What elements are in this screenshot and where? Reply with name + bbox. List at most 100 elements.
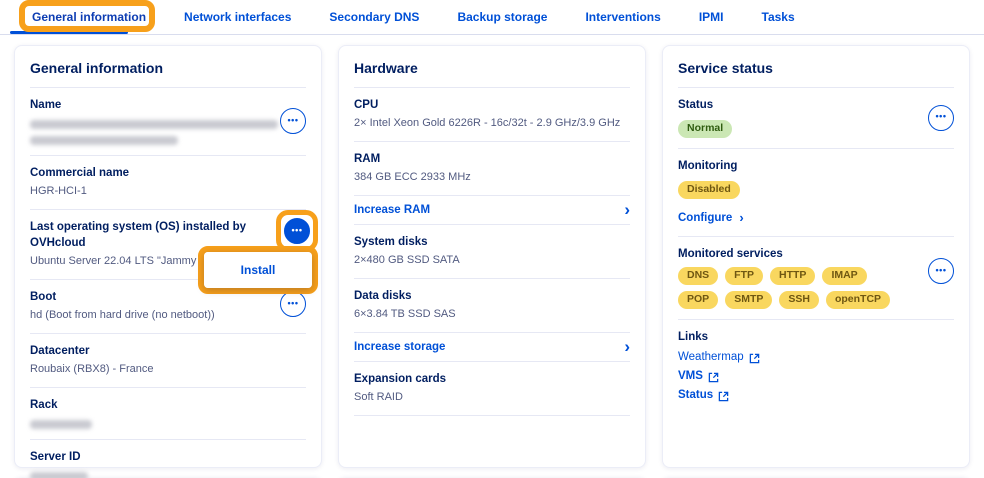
field-status: Status Normal ••• bbox=[678, 88, 954, 149]
field-ram: RAM 384 GB ECC 2933 MHz bbox=[354, 142, 630, 196]
external-link-icon bbox=[749, 353, 760, 364]
chevron-right-icon: › bbox=[739, 213, 743, 223]
ram-label: RAM bbox=[354, 151, 630, 167]
increase-ram-link[interactable]: Increase RAM bbox=[354, 204, 430, 216]
link-weathermap-label: Weathermap bbox=[678, 351, 744, 363]
tab-ipmi[interactable]: IPMI bbox=[699, 10, 724, 24]
data-disks-label: Data disks bbox=[354, 288, 630, 304]
field-monitoring: Monitoring Disabled Configure › bbox=[678, 149, 954, 237]
service-badge-opentcp: openTCP bbox=[826, 291, 890, 309]
data-disks-value: 6×3.84 TB SSD SAS bbox=[354, 306, 630, 322]
field-server-id: Server ID bbox=[30, 440, 306, 478]
field-cpu: CPU 2× Intel Xeon Gold 6226R - 16c/32t -… bbox=[354, 88, 630, 142]
ellipsis-icon: ••• bbox=[288, 116, 299, 125]
tab-general-information[interactable]: General information bbox=[32, 10, 146, 24]
configure-link[interactable]: Configure › bbox=[678, 212, 744, 224]
increase-ram-row: Increase RAM › bbox=[354, 196, 630, 225]
service-badge-pop: POP bbox=[678, 291, 718, 309]
link-status[interactable]: Status bbox=[678, 389, 954, 401]
server-id-value-redacted bbox=[30, 472, 88, 478]
field-name: Name ••• bbox=[30, 88, 306, 156]
rack-label: Rack bbox=[30, 397, 306, 413]
os-actions-button[interactable]: ••• bbox=[284, 218, 310, 244]
service-badge-imap: IMAP bbox=[822, 267, 866, 285]
cpu-label: CPU bbox=[354, 97, 630, 113]
field-rack: Rack bbox=[30, 388, 306, 440]
card-title-service-status: Service status bbox=[678, 46, 954, 88]
ellipsis-icon: ••• bbox=[936, 112, 947, 121]
monitored-services-label: Monitored services bbox=[678, 246, 893, 262]
field-data-disks: Data disks 6×3.84 TB SSD SAS bbox=[354, 279, 630, 333]
external-link-icon bbox=[718, 391, 729, 402]
monitored-services-badges: DNS FTP HTTP IMAP POP SMTP SSH openTCP bbox=[678, 267, 893, 309]
annotation-highlight-install-menu: Install bbox=[198, 246, 318, 294]
name-label: Name bbox=[30, 97, 280, 113]
tab-tasks[interactable]: Tasks bbox=[762, 10, 795, 24]
field-commercial-name: Commercial name HGR-HCI-1 bbox=[30, 156, 306, 210]
service-badge-smtp: SMTP bbox=[725, 291, 772, 309]
link-weathermap[interactable]: Weathermap bbox=[678, 351, 954, 363]
commercial-name-value: HGR-HCI-1 bbox=[30, 183, 306, 199]
system-disks-label: System disks bbox=[354, 234, 630, 250]
field-system-disks: System disks 2×480 GB SSD SATA bbox=[354, 225, 630, 279]
cards-container: General information Name ••• Commercial … bbox=[0, 35, 984, 468]
tab-secondary-dns[interactable]: Secondary DNS bbox=[329, 10, 419, 24]
system-disks-value: 2×480 GB SSD SATA bbox=[354, 252, 630, 268]
field-last-os: Last operating system (OS) installed by … bbox=[30, 210, 306, 280]
status-badge: Normal bbox=[678, 120, 732, 138]
link-vms[interactable]: VMS bbox=[678, 370, 954, 382]
configure-link-label: Configure bbox=[678, 212, 732, 224]
os-actions-menu: Install bbox=[204, 252, 312, 288]
links-label: Links bbox=[678, 329, 954, 345]
cpu-value: 2× Intel Xeon Gold 6226R - 16c/32t - 2.9… bbox=[354, 115, 630, 131]
datacenter-value: Roubaix (RBX8) - France bbox=[30, 361, 306, 377]
service-badge-ssh: SSH bbox=[779, 291, 819, 309]
expansion-cards-value: Soft RAID bbox=[354, 389, 630, 405]
tab-label: General information bbox=[32, 10, 146, 24]
field-expansion-cards: Expansion cards Soft RAID bbox=[354, 362, 630, 416]
increase-storage-row: Increase storage › bbox=[354, 333, 630, 362]
link-vms-label: VMS bbox=[678, 370, 703, 382]
field-datacenter: Datacenter Roubaix (RBX8) - France bbox=[30, 334, 306, 388]
monitoring-badge: Disabled bbox=[678, 181, 740, 199]
tab-interventions[interactable]: Interventions bbox=[585, 10, 660, 24]
service-badge-dns: DNS bbox=[678, 267, 718, 285]
hardware-card: Hardware CPU 2× Intel Xeon Gold 6226R - … bbox=[338, 45, 646, 468]
external-link-icon bbox=[708, 372, 719, 383]
chevron-right-icon[interactable]: › bbox=[624, 342, 630, 352]
service-status-card: Service status Status Normal ••• Monitor… bbox=[662, 45, 970, 468]
increase-storage-link[interactable]: Increase storage bbox=[354, 341, 445, 353]
status-actions-button[interactable]: ••• bbox=[928, 105, 954, 131]
chevron-right-icon[interactable]: › bbox=[624, 205, 630, 215]
ellipsis-icon: ••• bbox=[292, 226, 303, 235]
expansion-cards-label: Expansion cards bbox=[354, 371, 630, 387]
tab-bar: General information Network interfaces S… bbox=[0, 0, 984, 35]
name-value-redacted bbox=[30, 120, 278, 129]
ellipsis-icon: ••• bbox=[936, 266, 947, 275]
ram-value: 384 GB ECC 2933 MHz bbox=[354, 169, 630, 185]
field-monitored-services: Monitored services DNS FTP HTTP IMAP POP… bbox=[678, 237, 954, 320]
monitored-services-actions-button[interactable]: ••• bbox=[928, 258, 954, 284]
general-information-card: General information Name ••• Commercial … bbox=[14, 45, 322, 468]
card-title-hardware: Hardware bbox=[354, 46, 630, 88]
status-label: Status bbox=[678, 97, 928, 113]
link-status-label: Status bbox=[678, 389, 713, 401]
boot-actions-button[interactable]: ••• bbox=[280, 291, 306, 317]
ellipsis-icon: ••• bbox=[288, 299, 299, 308]
card-title-general-information: General information bbox=[30, 46, 306, 88]
rack-value-redacted bbox=[30, 420, 92, 429]
service-badge-ftp: FTP bbox=[725, 267, 763, 285]
name-value-redacted-2 bbox=[30, 136, 178, 145]
menu-item-install[interactable]: Install bbox=[241, 263, 276, 277]
field-links: Links Weathermap VMS S bbox=[678, 320, 954, 411]
commercial-name-label: Commercial name bbox=[30, 165, 306, 181]
service-badge-http: HTTP bbox=[770, 267, 815, 285]
tab-backup-storage[interactable]: Backup storage bbox=[457, 10, 547, 24]
datacenter-label: Datacenter bbox=[30, 343, 306, 359]
boot-value: hd (Boot from hard drive (no netboot)) bbox=[30, 307, 280, 323]
name-actions-button[interactable]: ••• bbox=[280, 108, 306, 134]
tab-network-interfaces[interactable]: Network interfaces bbox=[184, 10, 291, 24]
monitoring-label: Monitoring bbox=[678, 158, 954, 174]
server-id-label: Server ID bbox=[30, 449, 306, 465]
active-tab-underline bbox=[10, 31, 128, 34]
